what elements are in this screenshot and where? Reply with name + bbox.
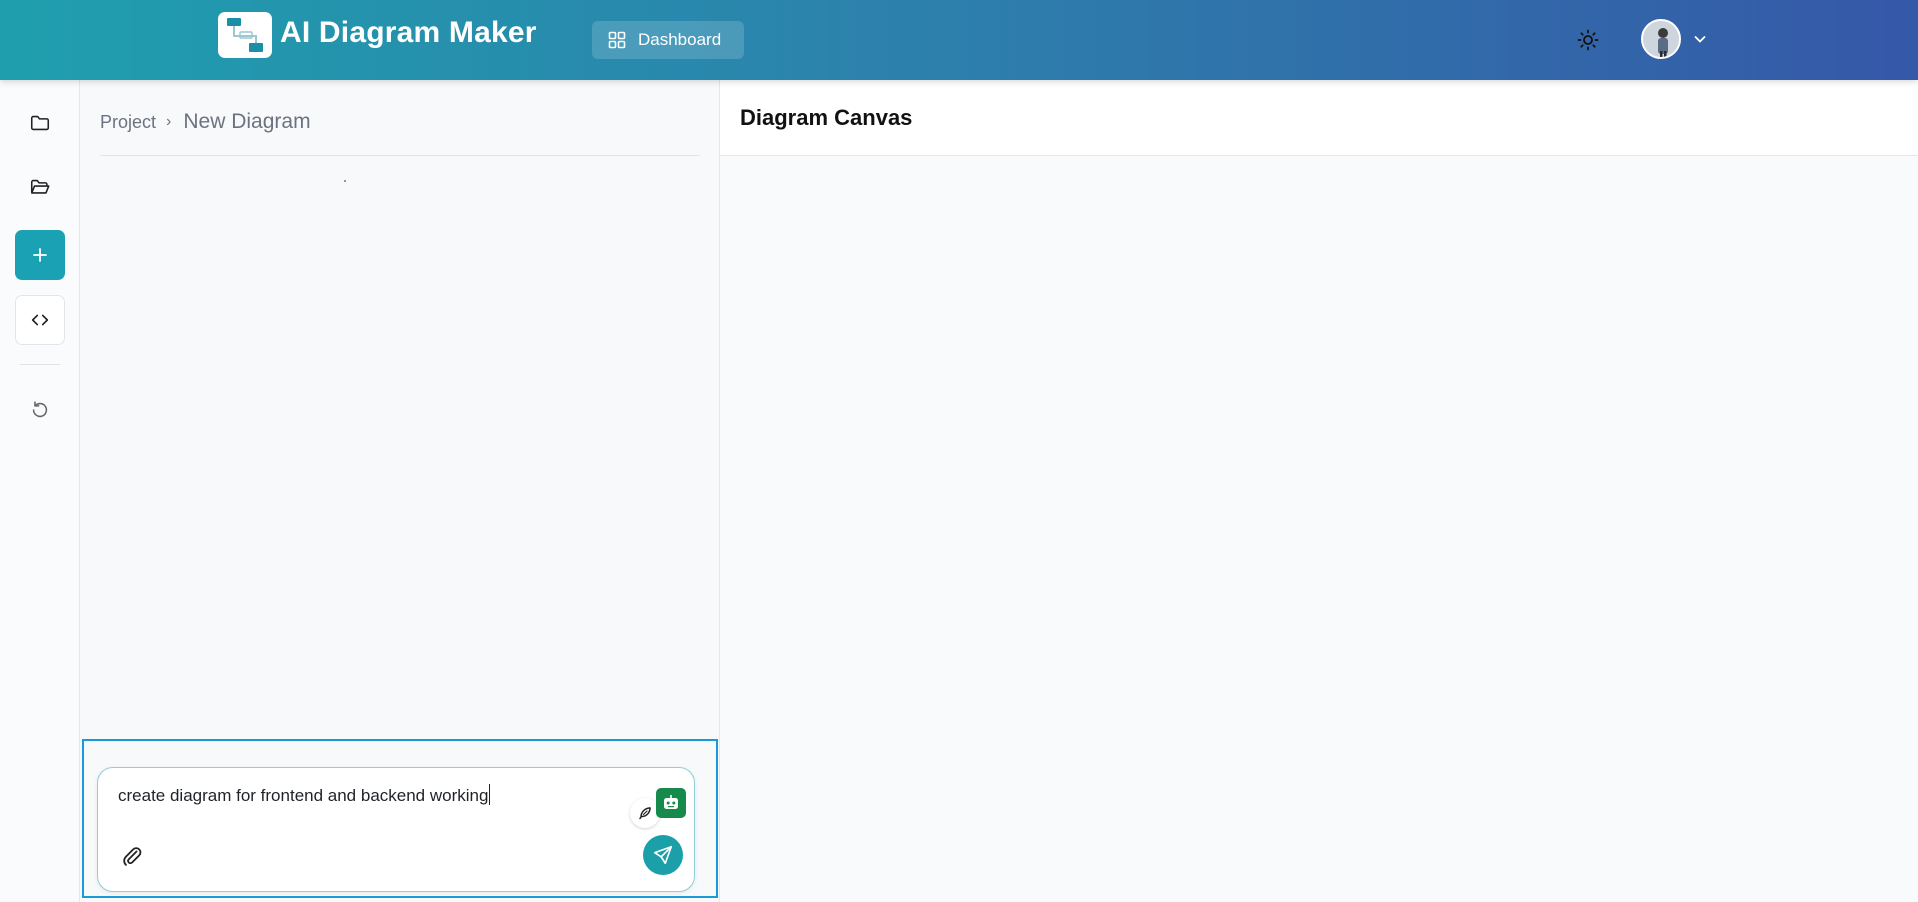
folder-open-icon xyxy=(30,179,50,194)
code-icon xyxy=(31,314,49,326)
plus-icon xyxy=(33,248,47,262)
canvas-title: Diagram Canvas xyxy=(740,105,913,130)
app-title: AI Diagram Maker xyxy=(280,16,537,49)
rail-open-folder-button[interactable] xyxy=(15,162,65,212)
chat-panel: Project › New Diagram create diagram for… xyxy=(80,80,720,902)
rail-code-button[interactable] xyxy=(15,295,65,345)
rail-history-button[interactable] xyxy=(15,385,65,435)
paperclip-icon xyxy=(123,847,142,866)
sun-icon xyxy=(1577,29,1599,51)
canvas-header: Diagram Canvas xyxy=(720,80,1918,156)
attach-button[interactable] xyxy=(120,844,146,870)
breadcrumb-current: New Diagram xyxy=(183,110,311,133)
user-avatar[interactable] xyxy=(1641,19,1681,59)
grid-icon xyxy=(608,31,626,49)
breadcrumb-separator: › xyxy=(166,113,172,130)
prompt-input-value: create diagram for frontend and backend … xyxy=(118,786,489,805)
folder-icon xyxy=(30,115,50,131)
top-bar: AI Diagram Maker Dashboard xyxy=(0,0,1918,80)
rail-new-diagram-button[interactable] xyxy=(15,230,65,280)
loading-dot xyxy=(344,180,346,182)
dashboard-button[interactable]: Dashboard xyxy=(592,21,744,59)
feather-icon xyxy=(639,807,651,820)
prompt-input[interactable]: create diagram for frontend and backend … xyxy=(118,784,491,806)
undo-icon xyxy=(32,401,48,418)
prompt-composer[interactable]: create diagram for frontend and backend … xyxy=(97,767,695,892)
text-caret xyxy=(489,784,491,805)
rail-folder-button[interactable] xyxy=(15,98,65,148)
send-icon xyxy=(653,845,673,865)
diagram-canvas[interactable]: Diagram Canvas xyxy=(720,80,1918,902)
send-button[interactable] xyxy=(643,835,683,875)
breadcrumb: Project › New Diagram xyxy=(100,110,311,134)
ai-bot-button[interactable] xyxy=(656,788,686,818)
diagram-logo-icon[interactable] xyxy=(218,12,272,58)
breadcrumb-project-link[interactable]: Project xyxy=(100,112,156,133)
theme-toggle-button[interactable] xyxy=(1576,28,1600,52)
panel-divider xyxy=(100,155,700,156)
dashboard-label: Dashboard xyxy=(638,30,722,49)
rail-divider xyxy=(20,364,60,365)
robot-icon xyxy=(664,795,678,809)
chevron-down-icon[interactable] xyxy=(1692,31,1708,52)
icon-rail xyxy=(0,80,80,902)
